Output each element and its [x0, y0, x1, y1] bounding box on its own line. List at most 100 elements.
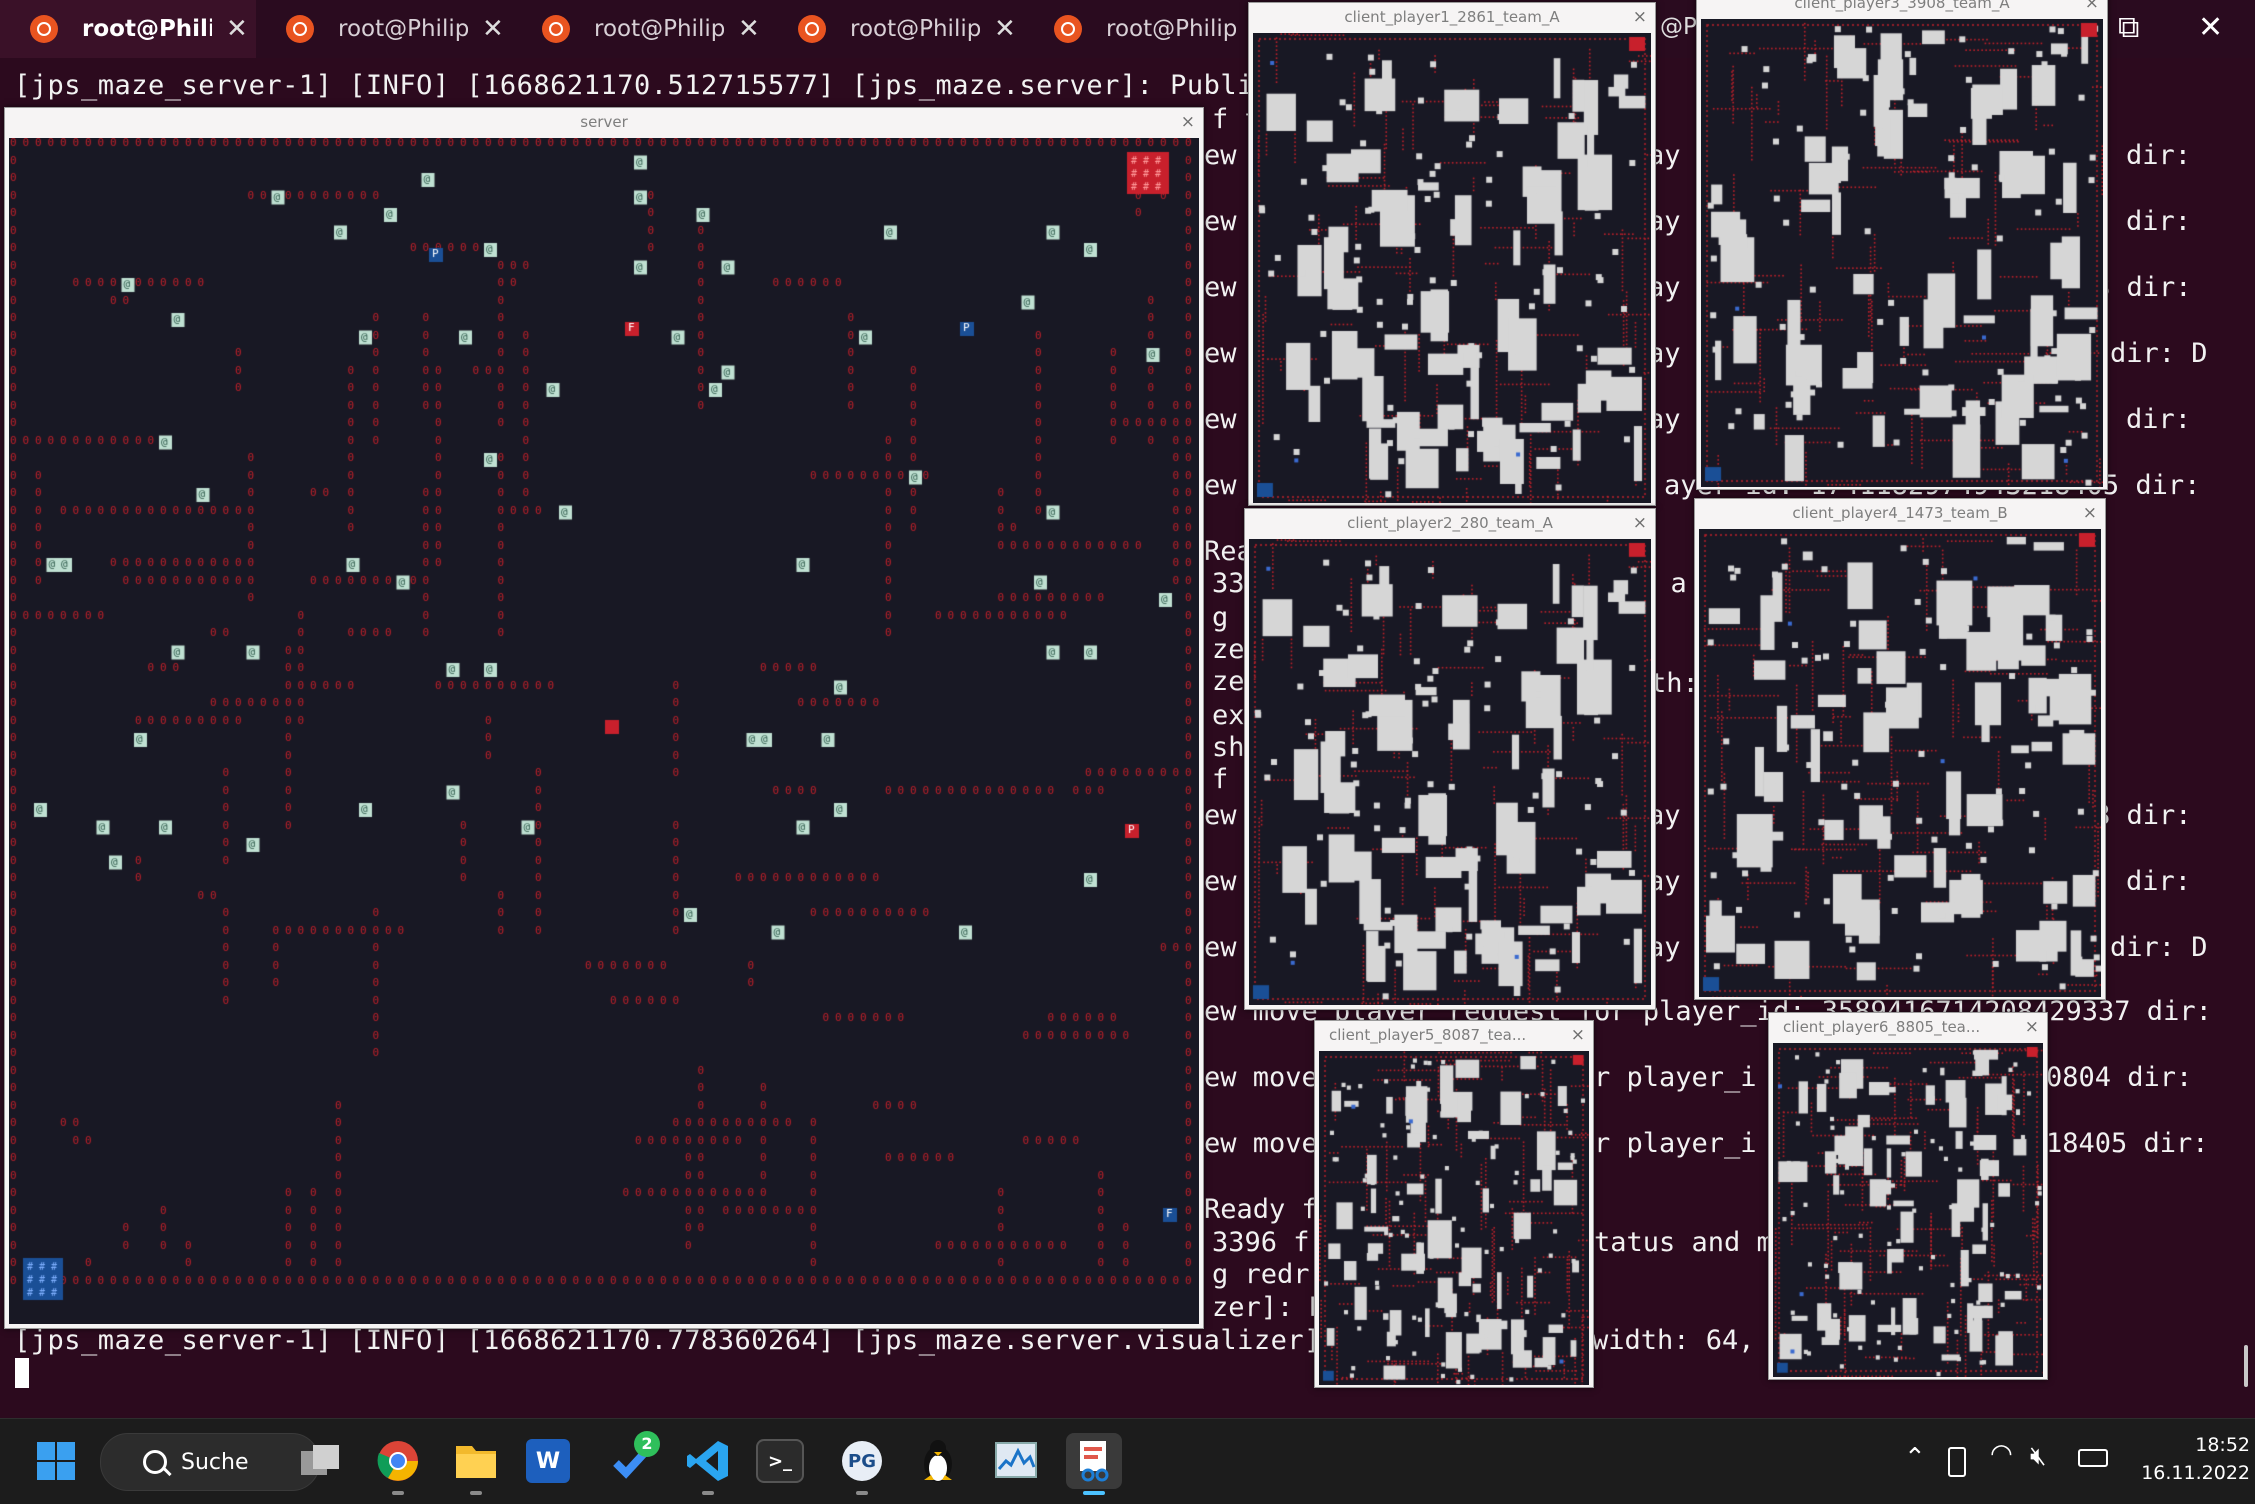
terminal-log-fragment: ew: [1204, 800, 1237, 831]
close-window-icon[interactable]: ×: [1633, 3, 1647, 31]
window-title: client_player1_2861_team_A: [1344, 8, 1560, 26]
close-tab-icon[interactable]: ✕: [226, 14, 248, 44]
todo-icon[interactable]: 2: [604, 1431, 660, 1489]
client-player6-window[interactable]: client_player6_8805_tea... ×: [1768, 1012, 2048, 1380]
client-maze-canvas: [1249, 539, 1651, 1005]
client-maze-canvas: [1773, 1043, 2043, 1377]
windows-start-icon[interactable]: [28, 1433, 84, 1489]
client-player1-window[interactable]: client_player1_2861_team_A ×: [1248, 2, 1656, 506]
wifi-icon[interactable]: ◠: [1990, 1439, 2013, 1469]
hidden-tab-fragment: @P: [1660, 14, 1697, 40]
terminal-log-fragment: ew: [1204, 338, 1237, 369]
chevron-up-icon[interactable]: ⌃: [1904, 1443, 1926, 1473]
terminal-log-fragment: 3396 f: [1212, 1227, 1310, 1258]
terminal-log-fragment: ew: [1204, 206, 1237, 237]
tab-label: root@Philipp: [594, 16, 724, 42]
terminal-log-fragment: Ready f: [1204, 1194, 1318, 1225]
running-indicator: [702, 1491, 714, 1495]
terminal-tab-4[interactable]: root@Philipp ✕: [768, 0, 1024, 58]
pgadmin-glyph: PG: [842, 1441, 882, 1481]
terminal-log-fragment: ew: [1204, 272, 1237, 303]
terminal-tab-2[interactable]: root@Philipp ✕: [256, 0, 512, 58]
linux-penguin-icon[interactable]: [910, 1433, 966, 1489]
client-maze-canvas: [1699, 529, 2101, 997]
terminal-log-fragment: ew: [1204, 932, 1237, 963]
running-indicator: [392, 1491, 404, 1495]
terminal-log-fragment: dir:: [2126, 206, 2192, 237]
client-player3-window[interactable]: client_player3_3908_team_A ×: [1696, 0, 2108, 490]
file-explorer-icon[interactable]: [448, 1433, 504, 1495]
ubuntu-icon: [1054, 15, 1082, 43]
terminal-log-fragment: dir: D: [2110, 932, 2208, 963]
close-window-icon[interactable]: ×: [2083, 499, 2097, 527]
terminal-log-fragment: ew move: [1204, 1128, 1318, 1159]
terminal-log-fragment: zer]: R: [1212, 1292, 1326, 1323]
resource-monitor-icon[interactable]: [988, 1433, 1044, 1489]
ubuntu-icon: [286, 15, 314, 43]
window-title: client_player4_1473_team_B: [1792, 504, 2008, 522]
terminal-log-fragment: dir: D: [2110, 338, 2208, 369]
terminal-log-line: [jps_maze_server-1] [INFO] [1668621170.5…: [14, 70, 1305, 101]
terminal-log-fragment: ew: [1204, 404, 1237, 435]
speaker-muted-icon[interactable]: 🔇︎: [2030, 1441, 2046, 1472]
close-tab-icon[interactable]: ✕: [738, 14, 760, 44]
close-window-icon[interactable]: ×: [2085, 0, 2099, 17]
client-player2-window[interactable]: client_player2_280_team_A ×: [1244, 508, 1656, 1010]
search-label: Suche: [181, 1449, 249, 1475]
close-window-icon[interactable]: ✕: [2198, 10, 2223, 45]
close-window-icon[interactable]: ×: [2025, 1013, 2039, 1041]
terminal-log-fragment: 33: [1212, 568, 1245, 599]
terminal-log-fragment: dir:: [2126, 866, 2192, 897]
terminal-log-fragment: 0804 dir:: [2046, 1062, 2193, 1093]
clock-time[interactable]: 18:52: [2170, 1434, 2250, 1456]
ubuntu-icon: [798, 15, 826, 43]
close-window-icon[interactable]: ×: [1181, 108, 1195, 136]
clock-date[interactable]: 16.11.2022: [2140, 1462, 2250, 1484]
terminal-log-line: [jps_maze_server-1] [INFO] [1668621170.7…: [14, 1325, 1372, 1356]
terminal-log-fragment: r player_i: [1594, 1128, 1757, 1159]
terminal-log-fragment: ex: [1212, 700, 1245, 731]
windows-taskbar: Suche W 2 >_ PG ⌃ ◠ 🔇︎: [0, 1418, 2255, 1504]
terminal-log-fragment: ew: [1204, 140, 1237, 171]
search-box[interactable]: Suche: [100, 1433, 320, 1491]
server-window[interactable]: server ×: [4, 107, 1204, 1329]
word-icon[interactable]: W: [526, 1439, 570, 1483]
terminal-log-fragment: 8 dir:: [2094, 800, 2192, 831]
terminal-tab-5[interactable]: root@Philipp: [1024, 0, 1280, 58]
pgadmin-icon[interactable]: PG: [834, 1433, 890, 1495]
client-maze-canvas: [1701, 19, 2103, 487]
terminal-tab-1[interactable]: root@Philipp ✕: [0, 0, 256, 58]
terminal-log-fragment: tatus and mo: [1594, 1227, 1790, 1258]
task-view-icon[interactable]: [292, 1433, 348, 1489]
terminal-cursor: [15, 1358, 29, 1388]
server-maze-canvas: [9, 138, 1199, 1324]
chrome-icon[interactable]: [370, 1433, 426, 1495]
vscode-icon[interactable]: [680, 1433, 736, 1495]
client-player5-window[interactable]: client_player5_8087_tea... ×: [1314, 1020, 1594, 1388]
terminal-log-fragment: 8 dir:: [2094, 272, 2192, 303]
terminal-log-fragment: dir:: [2126, 140, 2192, 171]
ubuntu-icon: [542, 15, 570, 43]
terminal-log-fragment: dir:: [2126, 404, 2192, 435]
restore-window-icon[interactable]: ⧉: [2118, 10, 2139, 45]
snipping-tool-icon[interactable]: [1066, 1433, 1122, 1495]
close-window-icon[interactable]: ×: [1571, 1021, 1585, 1049]
tab-label: root@Philipp: [1106, 16, 1236, 42]
terminal-icon[interactable]: >_: [756, 1439, 804, 1483]
close-tab-icon[interactable]: ✕: [482, 14, 504, 44]
search-icon: [143, 1450, 167, 1474]
window-title: client_player3_3908_team_A: [1794, 0, 2010, 12]
tab-label: root@Philipp: [850, 16, 980, 42]
battery-icon[interactable]: [2078, 1449, 2108, 1467]
client-player4-window[interactable]: client_player4_1473_team_B ×: [1694, 498, 2106, 1000]
close-window-icon[interactable]: ×: [1633, 509, 1647, 537]
notification-badge: 2: [634, 1431, 660, 1457]
running-indicator: [856, 1491, 868, 1495]
terminal-log-fragment: ew: [1204, 470, 1237, 501]
terminal-scrollbar[interactable]: [2244, 1345, 2248, 1387]
usb-device-icon[interactable]: [1948, 1447, 1966, 1477]
client-maze-canvas: [1253, 33, 1651, 503]
ubuntu-icon: [30, 15, 58, 43]
terminal-tab-3[interactable]: root@Philipp ✕: [512, 0, 768, 58]
close-tab-icon[interactable]: ✕: [994, 14, 1016, 44]
